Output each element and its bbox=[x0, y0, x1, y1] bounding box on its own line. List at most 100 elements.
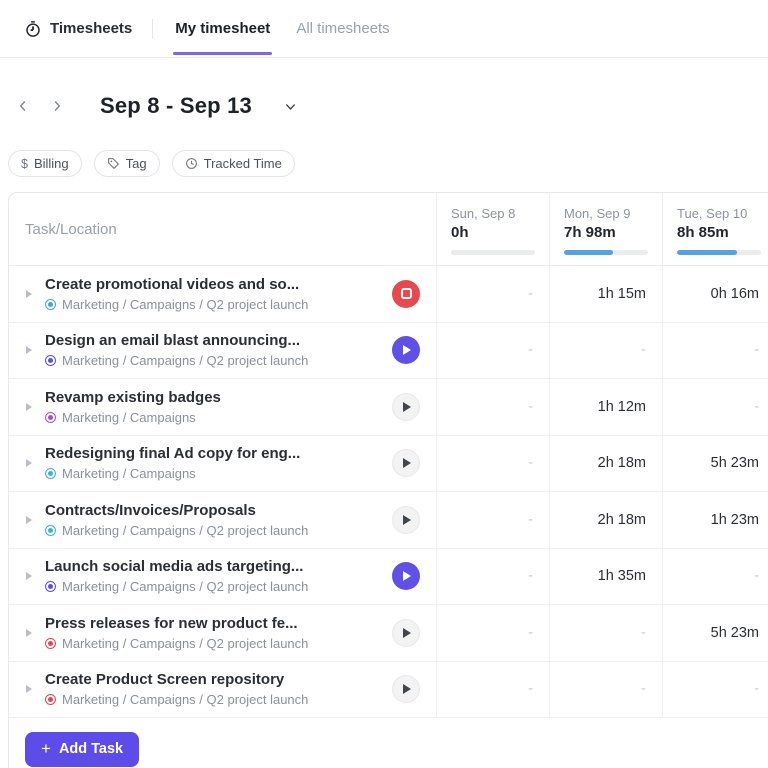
add-task-button[interactable]: + Add Task bbox=[25, 732, 139, 767]
expand-row-icon[interactable] bbox=[26, 572, 32, 580]
time-cell-tue[interactable]: 1h 23m bbox=[662, 492, 768, 548]
time-cell-sun[interactable]: - bbox=[436, 266, 549, 322]
tab-all-timesheets[interactable]: All timesheets bbox=[294, 0, 391, 58]
task-title[interactable]: Design an email blast announcing... bbox=[45, 331, 308, 350]
timer-button[interactable] bbox=[392, 336, 420, 364]
expand-row-icon[interactable] bbox=[26, 459, 32, 467]
tab-my-timesheet-label: My timesheet bbox=[175, 20, 270, 37]
time-cell-mon[interactable]: - bbox=[549, 662, 662, 718]
task-title[interactable]: Create promotional videos and so... bbox=[45, 275, 308, 294]
task-info: Revamp existing badges Marketing / Campa… bbox=[45, 388, 221, 426]
date-navigation: Sep 8 - Sep 13 bbox=[0, 58, 768, 130]
next-week-button[interactable] bbox=[44, 93, 70, 119]
time-cell-sun[interactable]: - bbox=[436, 662, 549, 718]
expand-row-icon[interactable] bbox=[26, 346, 32, 354]
day-progress-fill bbox=[677, 250, 737, 255]
timer-button[interactable] bbox=[392, 280, 420, 308]
time-cell-sun[interactable]: - bbox=[436, 436, 549, 492]
date-range-title: Sep 8 - Sep 13 bbox=[100, 93, 252, 119]
time-cell-tue[interactable]: 0h 16m bbox=[662, 266, 768, 322]
task-title[interactable]: Redesigning final Ad copy for eng... bbox=[45, 444, 300, 463]
stop-icon bbox=[401, 288, 412, 299]
expand-row-icon[interactable] bbox=[26, 516, 32, 524]
time-cell-sun[interactable]: - bbox=[436, 323, 549, 379]
time-cell-tue[interactable]: - bbox=[662, 379, 768, 435]
time-cell-mon[interactable]: 2h 18m bbox=[549, 436, 662, 492]
task-title[interactable]: Press releases for new product fe... bbox=[45, 614, 308, 633]
time-cell-tue[interactable]: 5h 23m bbox=[662, 436, 768, 492]
play-icon bbox=[403, 628, 411, 638]
task-title[interactable]: Create Product Screen repository bbox=[45, 670, 308, 689]
expand-row-icon[interactable] bbox=[26, 290, 32, 298]
task-info: Design an email blast announcing... Mark… bbox=[45, 331, 308, 369]
table-body: Create promotional videos and so... Mark… bbox=[9, 266, 768, 718]
task-location-label: Marketing / Campaigns / Q2 project launc… bbox=[62, 296, 308, 313]
timesheet-table: Task/Location Sun, Sep 8 0h Mon, Sep 9 7… bbox=[8, 192, 768, 768]
task-info: Launch social media ads targeting... Mar… bbox=[45, 557, 308, 595]
play-icon bbox=[403, 515, 411, 525]
time-cell-mon[interactable]: 1h 12m bbox=[549, 379, 662, 435]
task-title[interactable]: Launch social media ads targeting... bbox=[45, 557, 308, 576]
time-cell-mon[interactable]: - bbox=[549, 605, 662, 661]
table-row: Press releases for new product fe... Mar… bbox=[9, 605, 768, 662]
time-cell-sun[interactable]: - bbox=[436, 549, 549, 605]
time-cell-sun[interactable]: - bbox=[436, 379, 549, 435]
filter-billing[interactable]: $ Billing bbox=[8, 150, 82, 177]
filter-billing-label: Billing bbox=[34, 156, 69, 171]
filter-tag[interactable]: Tag bbox=[94, 150, 160, 177]
tab-my-timesheet[interactable]: My timesheet bbox=[173, 0, 272, 58]
tag-icon bbox=[107, 157, 120, 170]
date-range-dropdown[interactable] bbox=[278, 93, 304, 119]
status-dot-icon bbox=[45, 525, 56, 536]
chevron-right-icon bbox=[50, 99, 64, 113]
time-cell-mon[interactable]: - bbox=[549, 323, 662, 379]
timer-button[interactable] bbox=[392, 393, 420, 421]
table-row: Contracts/Invoices/Proposals Marketing /… bbox=[9, 492, 768, 549]
play-icon bbox=[403, 458, 411, 468]
tab-all-timesheets-label: All timesheets bbox=[296, 20, 389, 37]
app-label: Timesheets bbox=[50, 20, 132, 37]
timer-button[interactable] bbox=[392, 506, 420, 534]
day-column-header: Sun, Sep 8 0h bbox=[436, 193, 549, 265]
timer-button[interactable] bbox=[392, 619, 420, 647]
task-location-header: Task/Location bbox=[9, 193, 436, 265]
table-row: Revamp existing badges Marketing / Campa… bbox=[9, 379, 768, 436]
time-cell-mon[interactable]: 2h 18m bbox=[549, 492, 662, 548]
task-cell: Press releases for new product fe... Mar… bbox=[9, 605, 436, 661]
task-title[interactable]: Revamp existing badges bbox=[45, 388, 221, 407]
time-cell-mon[interactable]: 1h 15m bbox=[549, 266, 662, 322]
expand-row-icon[interactable] bbox=[26, 629, 32, 637]
task-location-label: Marketing / Campaigns / Q2 project launc… bbox=[62, 578, 308, 595]
task-cell: Create promotional videos and so... Mark… bbox=[9, 266, 436, 322]
topbar: Timesheets My timesheet All timesheets bbox=[0, 0, 768, 58]
timer-button[interactable] bbox=[392, 675, 420, 703]
timer-button[interactable] bbox=[392, 562, 420, 590]
task-title[interactable]: Contracts/Invoices/Proposals bbox=[45, 501, 308, 520]
prev-week-button[interactable] bbox=[10, 93, 36, 119]
time-cell-sun[interactable]: - bbox=[436, 605, 549, 661]
status-dot-icon bbox=[45, 355, 56, 366]
plus-icon: + bbox=[41, 742, 51, 756]
topbar-divider bbox=[152, 19, 153, 39]
time-cell-tue[interactable]: - bbox=[662, 662, 768, 718]
filter-tracked-time[interactable]: Tracked Time bbox=[172, 150, 295, 177]
expand-row-icon[interactable] bbox=[26, 685, 32, 693]
day-progress-track bbox=[677, 250, 761, 255]
day-total: 7h 98m bbox=[564, 224, 648, 241]
task-location: Marketing / Campaigns / Q2 project launc… bbox=[45, 691, 308, 708]
timer-button[interactable] bbox=[392, 449, 420, 477]
table-row: Create promotional videos and so... Mark… bbox=[9, 266, 768, 323]
expand-row-icon[interactable] bbox=[26, 403, 32, 411]
status-dot-icon bbox=[45, 581, 56, 592]
time-cell-tue[interactable]: 5h 23m bbox=[662, 605, 768, 661]
day-label: Sun, Sep 8 bbox=[451, 206, 535, 221]
task-cell: Redesigning final Ad copy for eng... Mar… bbox=[9, 436, 436, 492]
task-location-label: Marketing / Campaigns / Q2 project launc… bbox=[62, 522, 308, 539]
time-cell-tue[interactable]: - bbox=[662, 323, 768, 379]
time-cell-sun[interactable]: - bbox=[436, 492, 549, 548]
task-cell: Revamp existing badges Marketing / Campa… bbox=[9, 379, 436, 435]
task-info: Create promotional videos and so... Mark… bbox=[45, 275, 308, 313]
time-cell-tue[interactable]: - bbox=[662, 549, 768, 605]
time-cell-mon[interactable]: 1h 35m bbox=[549, 549, 662, 605]
day-column-header: Tue, Sep 10 8h 85m bbox=[662, 193, 768, 265]
